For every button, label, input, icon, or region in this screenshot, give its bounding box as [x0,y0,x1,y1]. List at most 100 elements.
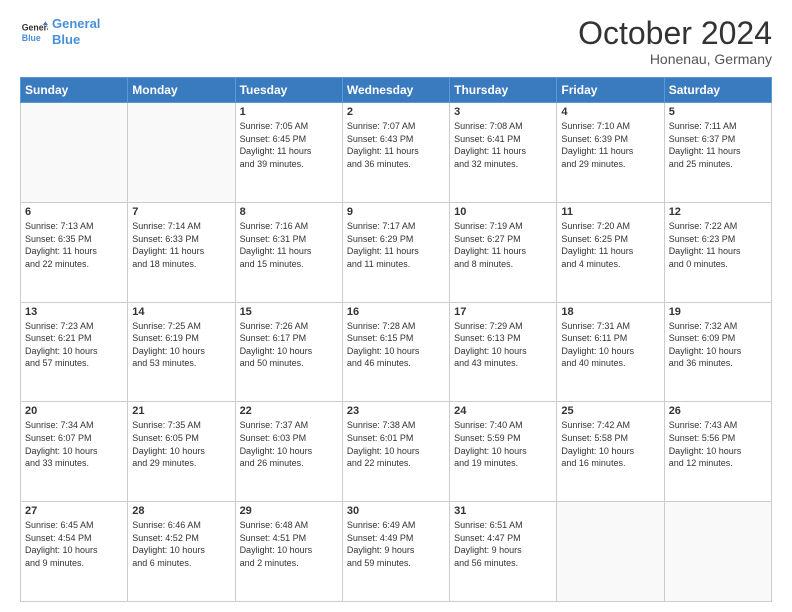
cell-details: Sunrise: 7:05 AMSunset: 6:45 PMDaylight:… [240,120,338,170]
day-number: 4 [561,106,659,118]
logo-text: GeneralBlue [52,16,100,47]
cell-details: Sunrise: 7:43 AMSunset: 5:56 PMDaylight:… [669,419,767,469]
cell-details: Sunrise: 7:16 AMSunset: 6:31 PMDaylight:… [240,220,338,270]
day-number: 17 [454,306,552,318]
day-number: 15 [240,306,338,318]
calendar-cell: 7 Sunrise: 7:14 AMSunset: 6:33 PMDaylight… [128,202,235,302]
cell-details: Sunrise: 7:35 AMSunset: 6:05 PMDaylight:… [132,419,230,469]
cell-details: Sunrise: 7:23 AMSunset: 6:21 PMDaylight:… [25,320,123,370]
calendar-cell: 14 Sunrise: 7:25 AMSunset: 6:19 PMDayligh… [128,302,235,402]
location: Honenau, Germany [578,51,772,67]
calendar-week-row: 1 Sunrise: 7:05 AMSunset: 6:45 PMDaylight… [21,103,772,203]
calendar-week-row: 20Sunrise: 7:34 AMSunset: 6:07 PMDayligh… [21,402,772,502]
day-number: 18 [561,306,659,318]
weekday-header: Saturday [664,78,771,103]
day-number: 9 [347,206,445,218]
cell-details: Sunrise: 7:31 AMSunset: 6:11 PMDaylight:… [561,320,659,370]
calendar-cell: 23 Sunrise: 7:38 AMSunset: 6:01 PMDayligh… [342,402,449,502]
header: General Blue GeneralBlue October 2024 Ho… [20,16,772,67]
calendar-cell: 6Sunrise: 7:13 AMSunset: 6:35 PMDaylight… [21,202,128,302]
cell-details: Sunrise: 7:40 AMSunset: 5:59 PMDaylight:… [454,419,552,469]
cell-details: Sunrise: 7:22 AMSunset: 6:23 PMDaylight:… [669,220,767,270]
day-number: 23 [347,405,445,417]
cell-details: Sunrise: 7:42 AMSunset: 5:58 PMDaylight:… [561,419,659,469]
calendar-table: SundayMondayTuesdayWednesdayThursdayFrid… [20,77,772,602]
calendar-cell: 26Sunrise: 7:43 AMSunset: 5:56 PMDayligh… [664,402,771,502]
day-number: 14 [132,306,230,318]
day-number: 13 [25,306,123,318]
weekday-header: Friday [557,78,664,103]
calendar-cell: 21 Sunrise: 7:35 AMSunset: 6:05 PMDayligh… [128,402,235,502]
cell-details: Sunrise: 7:11 AMSunset: 6:37 PMDaylight:… [669,120,767,170]
day-number: 25 [561,405,659,417]
calendar-cell: 22Sunrise: 7:37 AMSunset: 6:03 PMDayligh… [235,402,342,502]
cell-details: Sunrise: 7:17 AMSunset: 6:29 PMDaylight:… [347,220,445,270]
logo-icon: General Blue [20,18,48,46]
cell-details: Sunrise: 7:07 AMSunset: 6:43 PMDaylight:… [347,120,445,170]
weekday-header: Wednesday [342,78,449,103]
calendar-cell [664,502,771,602]
calendar-cell: 28Sunrise: 6:46 AMSunset: 4:52 PMDayligh… [128,502,235,602]
day-number: 21 [132,405,230,417]
calendar-cell: 18 Sunrise: 7:31 AMSunset: 6:11 PMDayligh… [557,302,664,402]
svg-text:Blue: Blue [22,32,41,42]
cell-details: Sunrise: 7:38 AMSunset: 6:01 PMDaylight:… [347,419,445,469]
calendar-cell: 17Sunrise: 7:29 AMSunset: 6:13 PMDayligh… [450,302,557,402]
calendar-cell: 2 Sunrise: 7:07 AMSunset: 6:43 PMDaylight… [342,103,449,203]
calendar-cell: 11Sunrise: 7:20 AMSunset: 6:25 PMDayligh… [557,202,664,302]
calendar-cell: 3Sunrise: 7:08 AMSunset: 6:41 PMDaylight… [450,103,557,203]
cell-details: Sunrise: 7:28 AMSunset: 6:15 PMDaylight:… [347,320,445,370]
cell-details: Sunrise: 7:37 AMSunset: 6:03 PMDaylight:… [240,419,338,469]
day-number: 1 [240,106,338,118]
calendar-cell: 31 Sunrise: 6:51 AMSunset: 4:47 PMDayligh… [450,502,557,602]
calendar-cell: 1 Sunrise: 7:05 AMSunset: 6:45 PMDaylight… [235,103,342,203]
calendar-cell: 16Sunrise: 7:28 AMSunset: 6:15 PMDayligh… [342,302,449,402]
day-number: 20 [25,405,123,417]
weekday-header: Tuesday [235,78,342,103]
calendar-week-row: 13 Sunrise: 7:23 AMSunset: 6:21 PMDayligh… [21,302,772,402]
cell-details: Sunrise: 7:10 AMSunset: 6:39 PMDaylight:… [561,120,659,170]
calendar-cell: 29 Sunrise: 6:48 AMSunset: 4:51 PMDayligh… [235,502,342,602]
cell-details: Sunrise: 6:45 AMSunset: 4:54 PMDaylight:… [25,519,123,569]
day-number: 31 [454,505,552,517]
calendar-cell [21,103,128,203]
calendar-week-row: 6Sunrise: 7:13 AMSunset: 6:35 PMDaylight… [21,202,772,302]
day-number: 2 [347,106,445,118]
calendar-cell [557,502,664,602]
cell-details: Sunrise: 7:26 AMSunset: 6:17 PMDaylight:… [240,320,338,370]
calendar-cell: 9 Sunrise: 7:17 AMSunset: 6:29 PMDaylight… [342,202,449,302]
day-number: 11 [561,206,659,218]
cell-details: Sunrise: 7:32 AMSunset: 6:09 PMDaylight:… [669,320,767,370]
day-number: 3 [454,106,552,118]
cell-details: Sunrise: 7:13 AMSunset: 6:35 PMDaylight:… [25,220,123,270]
weekday-header: Monday [128,78,235,103]
cell-details: Sunrise: 7:14 AMSunset: 6:33 PMDaylight:… [132,220,230,270]
calendar-cell: 25 Sunrise: 7:42 AMSunset: 5:58 PMDayligh… [557,402,664,502]
calendar-week-row: 27 Sunrise: 6:45 AMSunset: 4:54 PMDayligh… [21,502,772,602]
day-number: 5 [669,106,767,118]
calendar-cell: 30Sunrise: 6:49 AMSunset: 4:49 PMDayligh… [342,502,449,602]
cell-details: Sunrise: 7:25 AMSunset: 6:19 PMDaylight:… [132,320,230,370]
calendar-cell: 8Sunrise: 7:16 AMSunset: 6:31 PMDaylight… [235,202,342,302]
logo: General Blue GeneralBlue [20,16,100,47]
calendar-cell: 15 Sunrise: 7:26 AMSunset: 6:17 PMDayligh… [235,302,342,402]
day-number: 29 [240,505,338,517]
weekday-header: Sunday [21,78,128,103]
cell-details: Sunrise: 6:48 AMSunset: 4:51 PMDaylight:… [240,519,338,569]
calendar-cell: 12 Sunrise: 7:22 AMSunset: 6:23 PMDayligh… [664,202,771,302]
cell-details: Sunrise: 7:19 AMSunset: 6:27 PMDaylight:… [454,220,552,270]
cell-details: Sunrise: 6:51 AMSunset: 4:47 PMDaylight:… [454,519,552,569]
title-block: October 2024 Honenau, Germany [578,16,772,67]
day-number: 27 [25,505,123,517]
calendar-cell: 10 Sunrise: 7:19 AMSunset: 6:27 PMDayligh… [450,202,557,302]
calendar-cell: 20Sunrise: 7:34 AMSunset: 6:07 PMDayligh… [21,402,128,502]
day-number: 24 [454,405,552,417]
day-number: 28 [132,505,230,517]
day-number: 10 [454,206,552,218]
day-number: 7 [132,206,230,218]
cell-details: Sunrise: 6:49 AMSunset: 4:49 PMDaylight:… [347,519,445,569]
day-number: 12 [669,206,767,218]
calendar-cell: 4 Sunrise: 7:10 AMSunset: 6:39 PMDaylight… [557,103,664,203]
calendar-cell: 13 Sunrise: 7:23 AMSunset: 6:21 PMDayligh… [21,302,128,402]
weekday-header: Thursday [450,78,557,103]
